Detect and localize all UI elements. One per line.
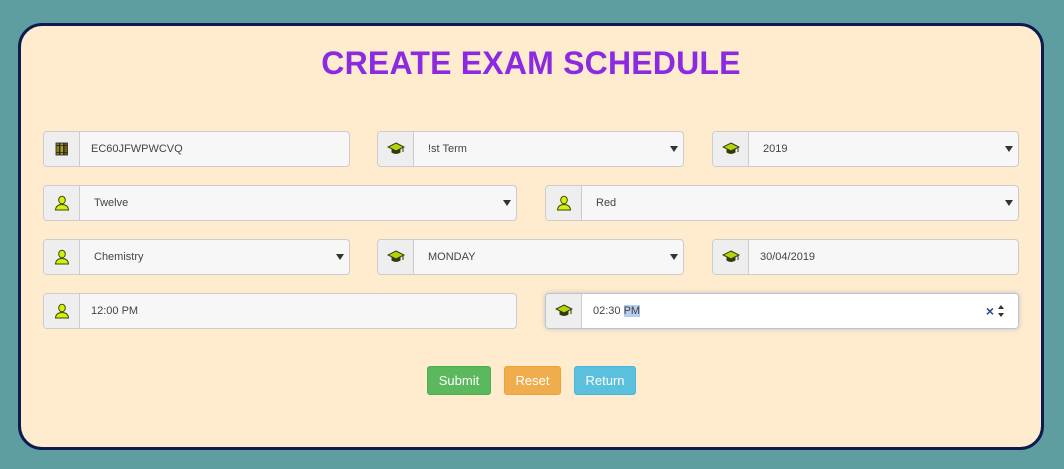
- addon-graduation: [546, 294, 582, 328]
- subject-value: Chemistry: [94, 251, 144, 263]
- class-value: Twelve: [94, 197, 129, 209]
- day-select-value[interactable]: MONDAY: [414, 240, 683, 274]
- graduation-cap-icon: [387, 142, 405, 156]
- submit-button[interactable]: Submit: [427, 366, 491, 395]
- term-select[interactable]: !st Term: [377, 131, 684, 167]
- addon-books: [44, 132, 80, 166]
- chevron-down-icon: [670, 254, 678, 260]
- start-time-field[interactable]: 12:00 PM: [43, 293, 517, 329]
- end-time-selected-segment: PM: [623, 305, 641, 317]
- clear-icon[interactable]: ×: [986, 304, 994, 318]
- page-title: CREATE EXAM SCHEDULE: [321, 45, 741, 81]
- end-time-value: 02:30: [593, 305, 624, 317]
- user-icon: [54, 303, 70, 319]
- term-select-value[interactable]: !st Term: [414, 132, 683, 166]
- day-value: MONDAY: [428, 251, 476, 263]
- section-value: Red: [596, 197, 617, 209]
- user-icon: [54, 195, 70, 211]
- books-icon: [54, 141, 70, 157]
- addon-graduation: [378, 240, 414, 274]
- exam-code-input[interactable]: EC60JFWPWCVQ: [80, 132, 349, 166]
- chevron-down-icon: [1005, 200, 1013, 206]
- year-select-value[interactable]: 2019: [749, 132, 1018, 166]
- end-time-field[interactable]: 02:30 PM ×: [545, 293, 1019, 329]
- addon-user: [44, 186, 80, 220]
- date-field[interactable]: 30/04/2019: [712, 239, 1019, 275]
- class-select[interactable]: Twelve: [43, 185, 517, 221]
- term-value: !st Term: [428, 143, 467, 155]
- chevron-down-icon: [1005, 146, 1013, 152]
- chevron-down-icon: [336, 254, 344, 260]
- date-input[interactable]: 30/04/2019: [749, 240, 1018, 274]
- addon-graduation: [378, 132, 414, 166]
- chevron-down-icon: [670, 146, 678, 152]
- year-value: 2019: [763, 143, 788, 155]
- exam-code-field[interactable]: EC60JFWPWCVQ: [43, 131, 350, 167]
- reset-button[interactable]: Reset: [504, 366, 561, 395]
- exam-schedule-card: CREATE EXAM SCHEDULE EC60JFWPWCVQ !st Te…: [18, 23, 1044, 450]
- subject-select-value[interactable]: Chemistry: [80, 240, 349, 274]
- user-icon: [556, 195, 572, 211]
- addon-user: [44, 294, 80, 328]
- year-select[interactable]: 2019: [712, 131, 1019, 167]
- user-icon: [54, 249, 70, 265]
- addon-user: [44, 240, 80, 274]
- chevron-down-icon: [503, 200, 511, 206]
- class-select-value[interactable]: Twelve: [80, 186, 516, 220]
- section-select-value[interactable]: Red: [582, 186, 1018, 220]
- day-select[interactable]: MONDAY: [377, 239, 684, 275]
- section-select[interactable]: Red: [545, 185, 1019, 221]
- graduation-cap-icon: [387, 250, 405, 264]
- spinner-icon[interactable]: [997, 304, 1005, 318]
- return-button[interactable]: Return: [574, 366, 636, 395]
- subject-select[interactable]: Chemistry: [43, 239, 350, 275]
- addon-user: [546, 186, 582, 220]
- addon-graduation: [713, 132, 749, 166]
- addon-graduation: [713, 240, 749, 274]
- end-time-input[interactable]: 02:30 PM ×: [582, 294, 1018, 328]
- graduation-cap-icon: [722, 142, 740, 156]
- graduation-cap-icon: [722, 250, 740, 264]
- graduation-cap-icon: [555, 304, 573, 318]
- start-time-input[interactable]: 12:00 PM: [80, 294, 516, 328]
